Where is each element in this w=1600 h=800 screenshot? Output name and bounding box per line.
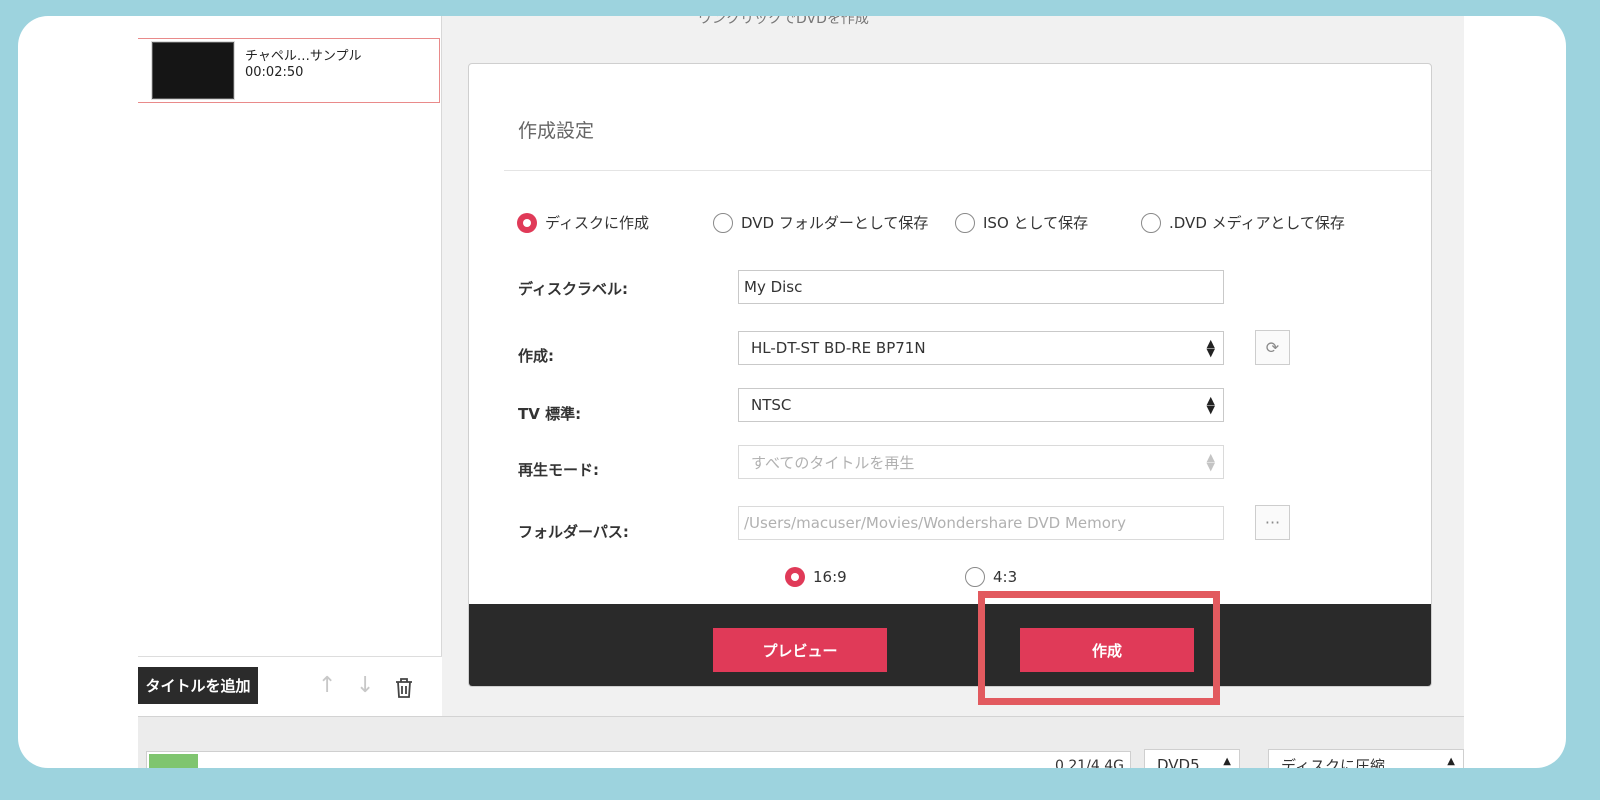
burner-value: HL-DT-ST BD-RE BP71N xyxy=(751,339,926,357)
disc-label-label: ディスクラベル: xyxy=(518,280,628,298)
add-title-button[interactable]: タイトルを追加 xyxy=(138,667,258,704)
radio-save-dvd-folder[interactable]: DVD フォルダーとして保存 xyxy=(713,212,928,233)
clip-thumbnail xyxy=(151,41,235,100)
radio-burn-to-disc[interactable]: ディスクに作成 xyxy=(517,212,649,233)
radio-unselected-icon xyxy=(965,567,985,587)
select-stepper-icon: ▲ ▼ xyxy=(1206,394,1215,416)
dialog-title: 作成設定 xyxy=(518,120,595,142)
select-stepper-icon: ▲ xyxy=(1223,756,1231,767)
bottom-status-bar: 0.21/4.4G DVD5 ▲ ディスクに圧縮 ▲ xyxy=(138,716,1464,768)
radio-label: ディスクに作成 xyxy=(545,214,649,232)
play-mode-value: すべてのタイトルを再生 xyxy=(751,453,915,472)
title-list-panel: チャペル…サンプル 00:02:50 タイトルを追加 ↑ ↓ xyxy=(138,16,442,716)
create-settings-dialog: 作成設定 ディスクに作成 DVD フォルダーとして保存 ISO として保存 .D… xyxy=(468,63,1432,687)
burner-select[interactable]: HL-DT-ST BD-RE BP71N ▲ ▼ xyxy=(738,331,1224,365)
select-stepper-icon: ▲ ▼ xyxy=(1206,451,1215,473)
folder-path-input[interactable]: /Users/macuser/Movies/Wondershare DVD Me… xyxy=(738,506,1224,540)
select-stepper-icon: ▲ ▼ xyxy=(1206,337,1215,359)
preview-button[interactable]: プレビュー xyxy=(713,628,887,672)
trash-icon[interactable] xyxy=(394,677,414,704)
radio-unselected-icon xyxy=(1141,212,1161,233)
disc-capacity-bar: 0.21/4.4G xyxy=(146,751,1131,768)
radio-save-dvdmedia[interactable]: .DVD メディアとして保存 xyxy=(1141,212,1345,233)
radio-selected-icon xyxy=(517,212,537,233)
browse-button[interactable]: ··· xyxy=(1255,505,1290,540)
divider xyxy=(504,170,1431,171)
window-title: ワンクリックでDVDを作成 xyxy=(698,16,869,27)
select-stepper-icon: ▲ xyxy=(1447,756,1455,767)
refresh-button[interactable]: ⟳ xyxy=(1255,330,1290,365)
refresh-icon: ⟳ xyxy=(1265,338,1280,357)
clip-name: チャペル…サンプル xyxy=(245,49,362,64)
capacity-fill xyxy=(149,754,198,768)
tv-standard-value: NTSC xyxy=(751,396,792,414)
move-down-icon[interactable]: ↓ xyxy=(356,675,374,697)
capacity-text: 0.21/4.4G xyxy=(1054,758,1124,768)
title-list-toolbar: タイトルを追加 ↑ ↓ xyxy=(138,656,442,716)
aspect-label: 4:3 xyxy=(993,568,1018,586)
compress-option-value: ディスクに圧縮 xyxy=(1281,756,1385,769)
clip-list-item[interactable]: チャペル…サンプル 00:02:50 xyxy=(138,38,440,103)
burner-label: 作成: xyxy=(518,347,554,365)
radio-aspect-4-3[interactable]: 4:3 xyxy=(965,567,1017,587)
move-up-icon[interactable]: ↑ xyxy=(318,675,336,697)
radio-selected-icon xyxy=(785,567,805,587)
compress-option-select[interactable]: ディスクに圧縮 ▲ xyxy=(1268,749,1464,768)
clip-duration: 00:02:50 xyxy=(245,65,304,80)
folder-path-label: フォルダーパス: xyxy=(518,523,629,541)
radio-aspect-16-9[interactable]: 16:9 xyxy=(785,567,847,587)
play-mode-label: 再生モード: xyxy=(518,461,599,479)
app-window: ワンクリックでDVDを作成 チャペル…サンプル 00:02:50 タイトルを追加… xyxy=(138,16,1464,768)
tv-standard-select[interactable]: NTSC ▲ ▼ xyxy=(738,388,1224,422)
radio-label: .DVD メディアとして保存 xyxy=(1169,214,1345,232)
radio-label: DVD フォルダーとして保存 xyxy=(741,214,929,232)
aspect-label: 16:9 xyxy=(813,568,847,586)
dialog-footer: プレビュー 作成 xyxy=(469,604,1431,686)
radio-unselected-icon xyxy=(713,212,733,233)
create-button[interactable]: 作成 xyxy=(1020,628,1194,672)
ellipsis-icon: ··· xyxy=(1264,513,1281,532)
radio-unselected-icon xyxy=(955,212,975,233)
disc-type-select[interactable]: DVD5 ▲ xyxy=(1144,749,1240,768)
disc-type-value: DVD5 xyxy=(1157,756,1200,768)
tv-standard-label: TV 標準: xyxy=(518,405,582,423)
play-mode-select[interactable]: すべてのタイトルを再生 ▲ ▼ xyxy=(738,445,1224,479)
radio-save-iso[interactable]: ISO として保存 xyxy=(955,212,1088,233)
disc-label-input[interactable]: My Disc xyxy=(738,270,1224,304)
screenshot-frame: ワンクリックでDVDを作成 チャペル…サンプル 00:02:50 タイトルを追加… xyxy=(18,16,1566,768)
radio-label: ISO として保存 xyxy=(983,214,1089,232)
